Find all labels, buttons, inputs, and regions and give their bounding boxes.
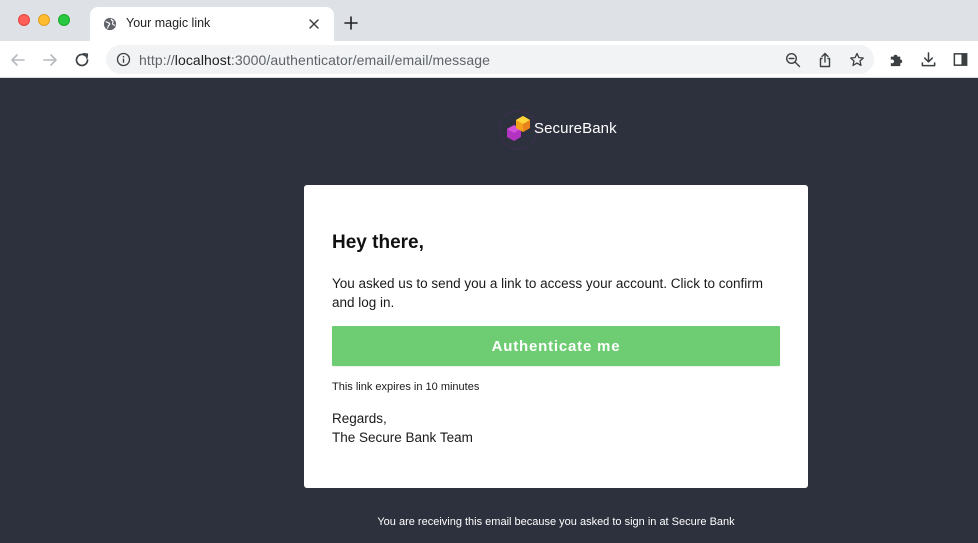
email-card: Hey there, You asked us to send you a li…: [304, 185, 808, 488]
url-scheme: http://: [139, 52, 175, 68]
browser-toolbar: http://localhost:3000/authenticator/emai…: [0, 41, 978, 78]
globe-icon: [103, 17, 117, 31]
signature-text: The Secure Bank Team: [332, 430, 473, 445]
new-tab-icon[interactable]: [344, 16, 358, 30]
url-path: :3000/authenticator/email/email/message: [230, 52, 491, 68]
authenticate-button[interactable]: Authenticate me: [332, 326, 780, 366]
reload-icon[interactable]: [73, 51, 91, 69]
side-panel-icon[interactable]: [952, 51, 969, 68]
tab-title: Your magic link: [126, 16, 211, 30]
arrow-left-icon[interactable]: [9, 51, 27, 69]
puzzle-icon[interactable]: [888, 51, 905, 68]
star-icon[interactable]: [849, 52, 865, 68]
info-icon[interactable]: [116, 52, 131, 67]
brand-name: SecureBank: [534, 120, 617, 137]
tab-strip: Your magic link: [0, 0, 978, 41]
zoom-out-icon[interactable]: [785, 52, 801, 68]
regards-text: Regards,: [332, 411, 387, 426]
footer-note: You are receiving this email because you…: [377, 516, 735, 528]
url-text[interactable]: http://localhost:3000/authenticator/emai…: [139, 52, 490, 68]
url-host: localhost: [174, 52, 231, 68]
close-window-button[interactable]: [18, 14, 30, 26]
close-tab-icon[interactable]: [308, 18, 320, 30]
minimize-window-button[interactable]: [38, 14, 50, 26]
download-icon[interactable]: [920, 51, 937, 68]
address-bar[interactable]: http://localhost:3000/authenticator/emai…: [106, 45, 874, 74]
share-icon[interactable]: [817, 52, 833, 68]
expiry-note: This link expires in 10 minutes: [332, 381, 480, 393]
greeting-heading: Hey there,: [332, 232, 424, 253]
message-text: You asked us to send you a link to acces…: [332, 276, 763, 310]
sign-off: Regards, The Secure Bank Team: [332, 409, 473, 447]
arrow-right-icon[interactable]: [41, 51, 59, 69]
zoom-window-button[interactable]: [58, 14, 70, 26]
browser-tab[interactable]: Your magic link: [90, 7, 334, 41]
